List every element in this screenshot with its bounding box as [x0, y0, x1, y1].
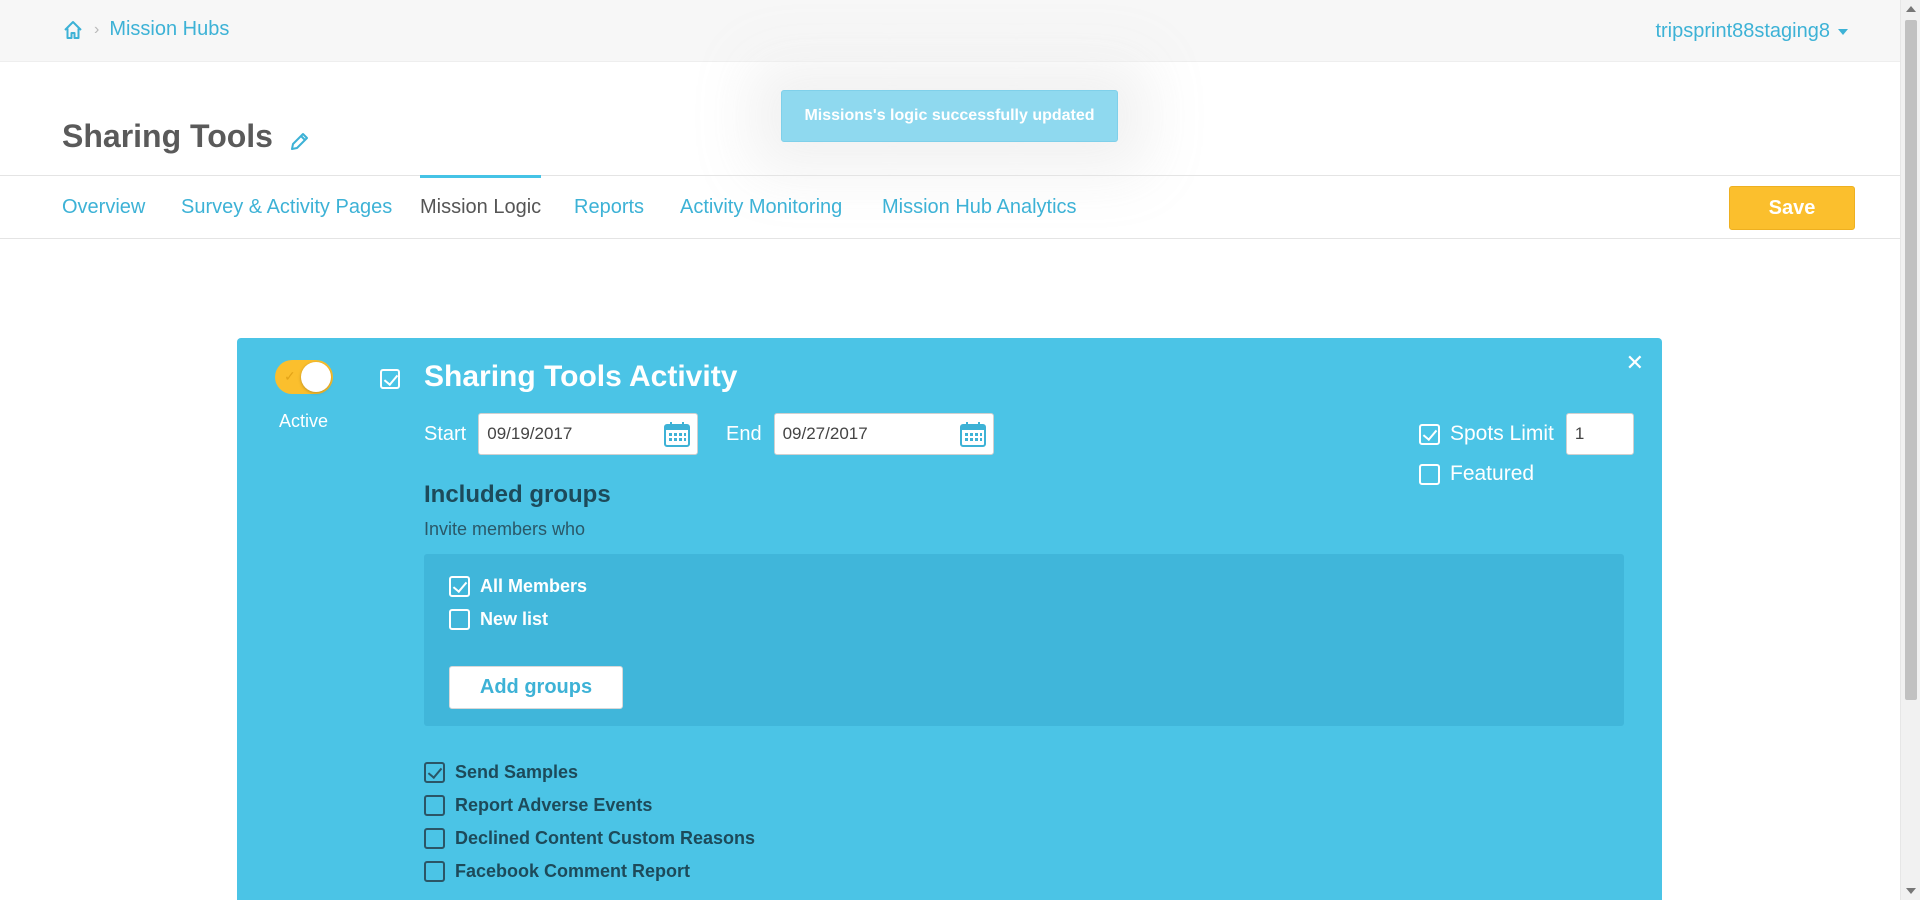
option-checkbox[interactable]: [424, 861, 445, 882]
end-date-value: 09/27/2017: [782, 424, 868, 443]
account-name: tripsprint88staging8: [1655, 20, 1830, 42]
scroll-down-arrow-icon[interactable]: [1906, 888, 1916, 894]
check-icon: ✓: [284, 368, 296, 384]
activity-select-checkbox[interactable]: [380, 369, 400, 389]
included-groups-heading: Included groups: [424, 481, 611, 508]
spots-limit-group: Spots Limit 1: [1419, 413, 1634, 455]
active-toggle[interactable]: ✓: [275, 360, 333, 394]
start-date-group: Start 09/19/2017: [424, 413, 699, 455]
end-date-input[interactable]: 09/27/2017: [773, 413, 994, 455]
group-checkbox[interactable]: [449, 576, 470, 597]
group-label: All Members: [480, 576, 588, 596]
account-menu[interactable]: tripsprint88staging8: [1655, 20, 1848, 43]
end-label: End: [726, 422, 762, 445]
option-checkbox[interactable]: [424, 762, 445, 783]
start-label: Start: [424, 422, 467, 445]
scroll-thumb[interactable]: [1905, 20, 1917, 700]
spots-limit-checkbox[interactable]: [1419, 423, 1440, 445]
option-checkbox[interactable]: [424, 828, 445, 849]
tab-survey-activity-pages[interactable]: Survey & Activity Pages: [181, 176, 392, 238]
breadcrumb: › Mission Hubs: [62, 18, 229, 41]
page-scrollbar[interactable]: [1900, 0, 1920, 900]
group-item-new-list[interactable]: New list: [449, 609, 548, 630]
caret-down-icon: [1838, 28, 1848, 35]
calendar-icon[interactable]: [959, 420, 987, 448]
tab-activity-monitoring[interactable]: Activity Monitoring: [680, 176, 842, 238]
calendar-icon[interactable]: [663, 420, 691, 448]
activity-title: Sharing Tools Activity: [424, 360, 738, 393]
option-facebook-comment-report[interactable]: Facebook Comment Report: [424, 861, 690, 882]
option-label: Report Adverse Events: [455, 795, 653, 815]
option-label: Declined Content Custom Reasons: [455, 828, 756, 848]
option-declined-content-custom-reasons[interactable]: Declined Content Custom Reasons: [424, 828, 755, 849]
featured-label: Featured: [1450, 462, 1535, 485]
start-date-value: 09/19/2017: [487, 424, 573, 443]
option-label: Facebook Comment Report: [455, 861, 691, 881]
option-send-samples[interactable]: Send Samples: [424, 762, 578, 783]
tab-mission-logic[interactable]: Mission Logic: [420, 175, 542, 238]
page-title: Sharing Tools: [62, 118, 273, 154]
add-groups-button[interactable]: Add groups: [449, 666, 623, 709]
included-groups-subtitle: Invite members who: [424, 519, 586, 539]
save-button[interactable]: Save: [1729, 186, 1855, 230]
scroll-up-arrow-icon[interactable]: [1906, 6, 1916, 12]
featured-group: Featured: [1419, 462, 1534, 486]
active-label: Active: [279, 411, 329, 431]
home-icon[interactable]: [62, 19, 84, 41]
start-date-input[interactable]: 09/19/2017: [478, 413, 699, 455]
tab-bar: Overview Survey & Activity Pages Mission…: [0, 175, 1900, 239]
option-report-adverse-events[interactable]: Report Adverse Events: [424, 795, 652, 816]
featured-checkbox[interactable]: [1419, 463, 1440, 485]
group-item-all-members[interactable]: All Members: [449, 576, 587, 597]
breadcrumb-item-mission-hubs[interactable]: Mission Hubs: [109, 18, 229, 41]
spots-limit-input[interactable]: 1: [1565, 413, 1634, 455]
chevron-right-icon: ›: [94, 20, 100, 38]
groups-box: All Members New list Add groups: [424, 554, 1624, 726]
activity-panel: ✓ Active Sharing Tools Activity ✕ Start …: [237, 338, 1662, 900]
pencil-icon[interactable]: [287, 125, 311, 150]
tab-reports[interactable]: Reports: [574, 176, 644, 238]
end-date-group: End 09/27/2017: [726, 413, 994, 455]
page-title-row: Sharing Tools: [62, 118, 311, 155]
tab-mission-hub-analytics[interactable]: Mission Hub Analytics: [882, 176, 1077, 238]
tab-overview[interactable]: Overview: [62, 176, 145, 238]
toggle-knob: [301, 362, 331, 392]
spots-limit-value: 1: [1574, 424, 1585, 443]
close-icon[interactable]: ✕: [1626, 350, 1644, 376]
spots-limit-label: Spots Limit: [1450, 422, 1554, 445]
group-label: New list: [480, 609, 549, 629]
top-bar: › Mission Hubs tripsprint88staging8: [0, 0, 1900, 62]
success-toast: Missions's logic successfully updated: [781, 90, 1118, 142]
option-checkbox[interactable]: [424, 795, 445, 816]
option-label: Send Samples: [455, 762, 579, 782]
group-checkbox[interactable]: [449, 609, 470, 630]
